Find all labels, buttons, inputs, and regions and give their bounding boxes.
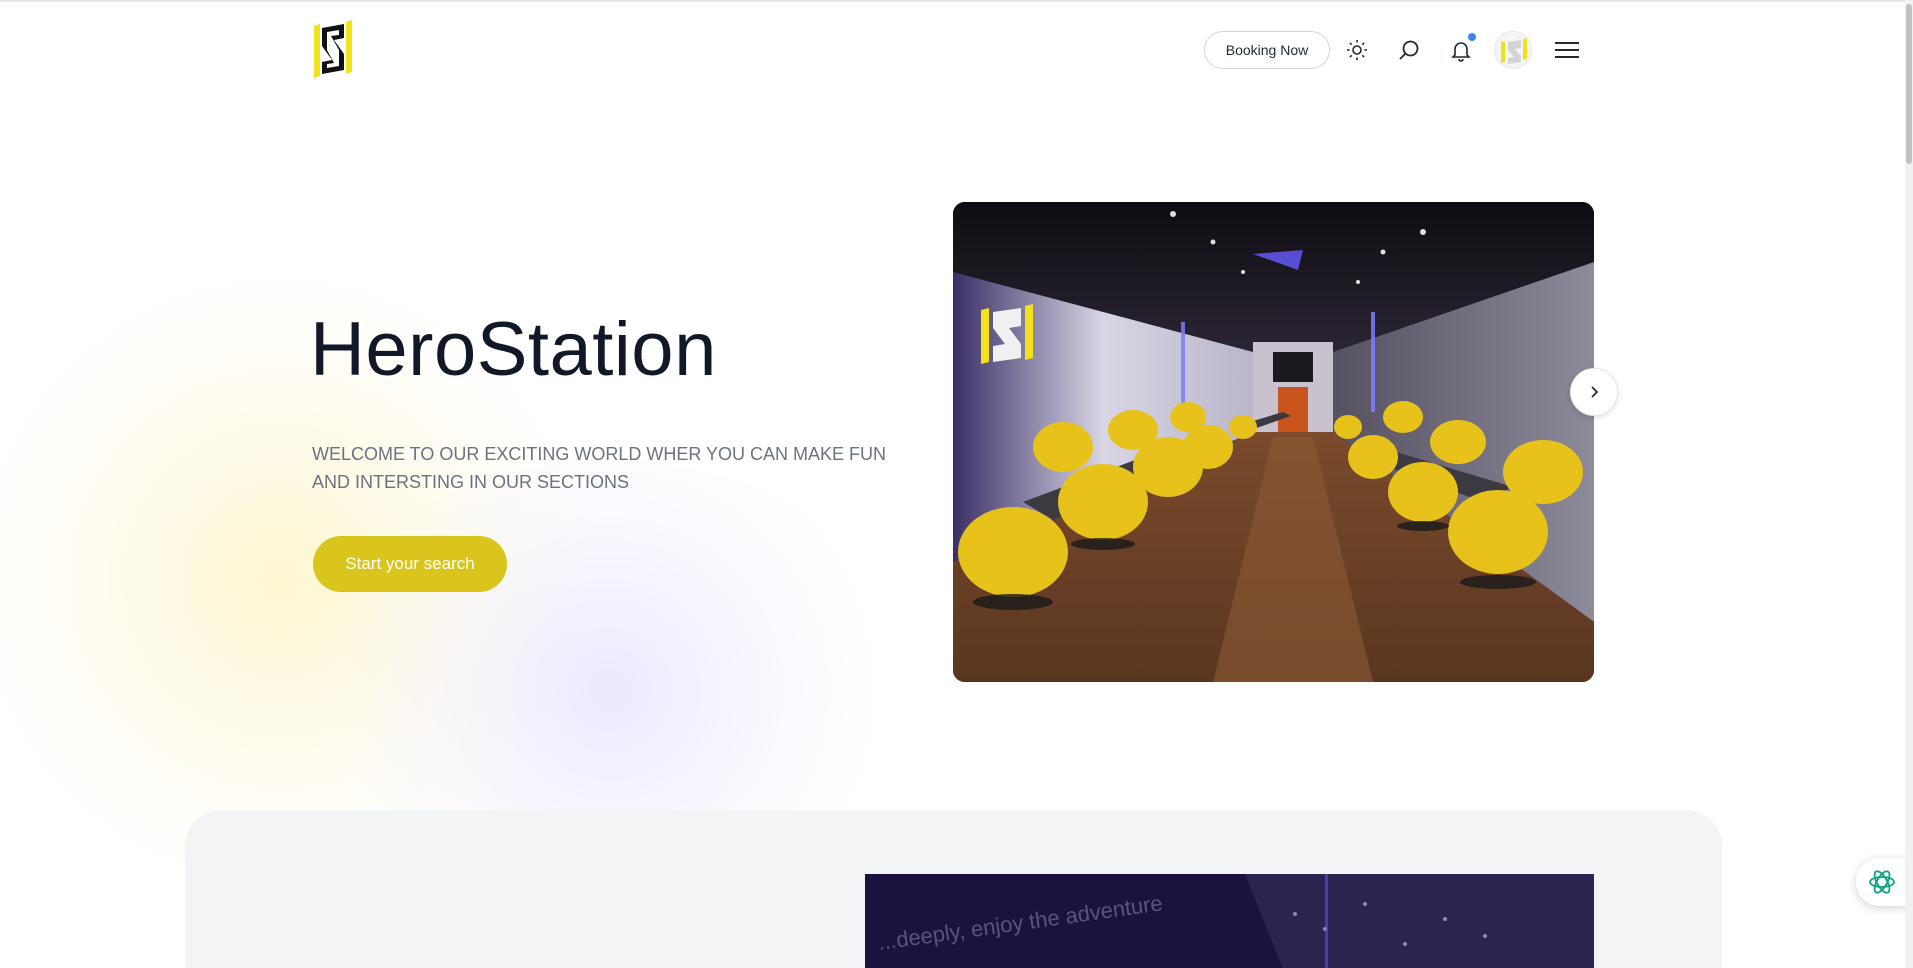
- hero-subtitle: WELCOME TO OUR EXCITING WORLD WHER YOU C…: [312, 444, 887, 492]
- chevron-right-icon: [1591, 386, 1599, 398]
- search-button[interactable]: [1395, 36, 1423, 64]
- booking-now-button[interactable]: Booking Now: [1204, 31, 1330, 69]
- site-logo[interactable]: [310, 20, 356, 80]
- start-search-button[interactable]: Start your search: [313, 536, 507, 592]
- chat-assistant-button[interactable]: [1856, 858, 1908, 906]
- sun-icon: [1347, 40, 1367, 60]
- logo-icon: [314, 20, 352, 78]
- notification-dot: [1468, 33, 1476, 41]
- scrollbar-thumb[interactable]: [1906, 4, 1912, 164]
- carousel-next-button[interactable]: [1570, 368, 1618, 416]
- page-scrollbar[interactable]: [1905, 0, 1913, 968]
- lounge-photo: [953, 202, 1594, 682]
- hero-title: HeroStation: [310, 307, 717, 392]
- avatar[interactable]: [1494, 31, 1532, 69]
- avatar-image: [1495, 32, 1531, 68]
- theme-toggle-button[interactable]: [1343, 36, 1371, 64]
- wall-logo: [981, 304, 1033, 364]
- hero-carousel-image: [953, 202, 1594, 682]
- menu-icon: [1555, 42, 1579, 58]
- assistant-icon: [1869, 870, 1895, 894]
- menu-button[interactable]: [1553, 36, 1581, 64]
- search-icon: [1399, 40, 1419, 60]
- site-header: Booking Now: [0, 0, 1913, 100]
- bell-icon: [1451, 42, 1471, 62]
